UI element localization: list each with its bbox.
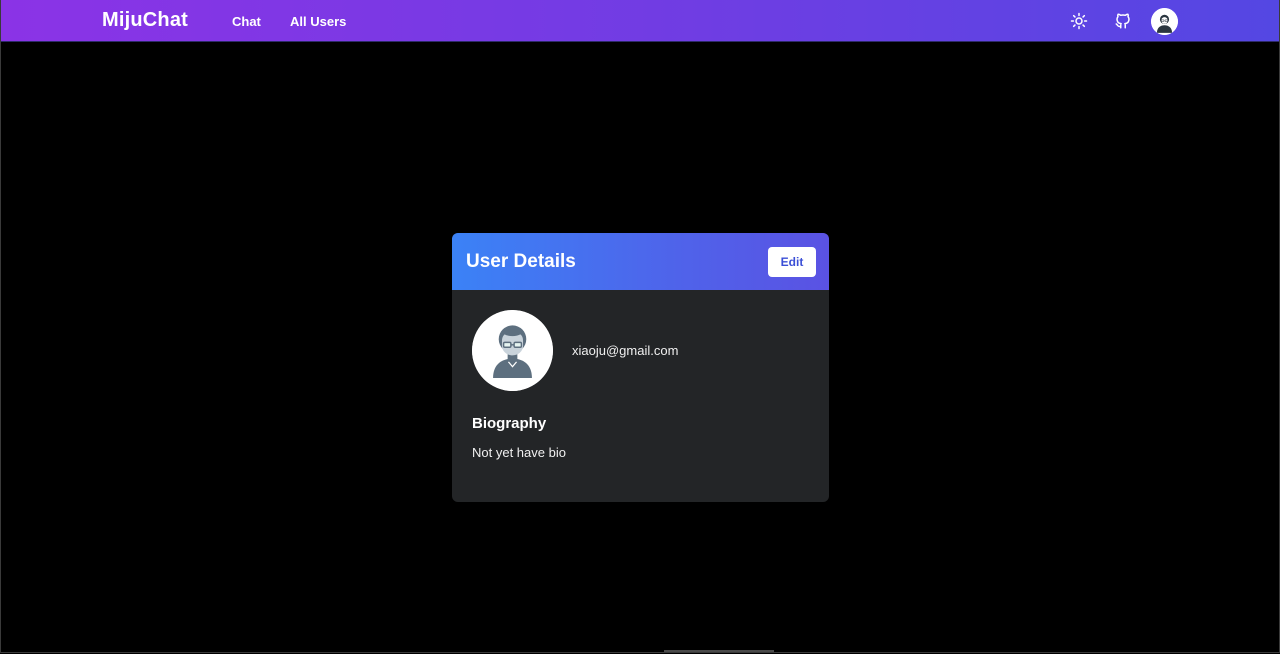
user-email: xiaoju@gmail.com bbox=[572, 343, 679, 358]
sun-icon[interactable] bbox=[1067, 9, 1091, 33]
user-avatar-icon[interactable] bbox=[1151, 8, 1178, 35]
card-header: User Details Edit bbox=[452, 233, 829, 290]
user-details-card: User Details Edit xiaoju@gmail.com Biogr… bbox=[452, 233, 829, 502]
bottom-scroll-indicator bbox=[664, 650, 774, 652]
github-icon[interactable] bbox=[1111, 9, 1135, 33]
edit-button[interactable]: Edit bbox=[768, 247, 816, 277]
profile-avatar-icon bbox=[472, 310, 553, 391]
biography-text: Not yet have bio bbox=[472, 445, 566, 460]
nav-link-chat[interactable]: Chat bbox=[232, 14, 261, 29]
brand-logo[interactable]: MijuChat bbox=[102, 9, 188, 32]
top-navbar: MijuChat Chat All Users bbox=[1, 0, 1279, 42]
nav-link-all-users[interactable]: All Users bbox=[290, 14, 346, 29]
biography-heading: Biography bbox=[472, 415, 547, 432]
card-title: User Details bbox=[466, 251, 576, 272]
app-window: MijuChat Chat All Users User Details Edi… bbox=[0, 0, 1280, 653]
